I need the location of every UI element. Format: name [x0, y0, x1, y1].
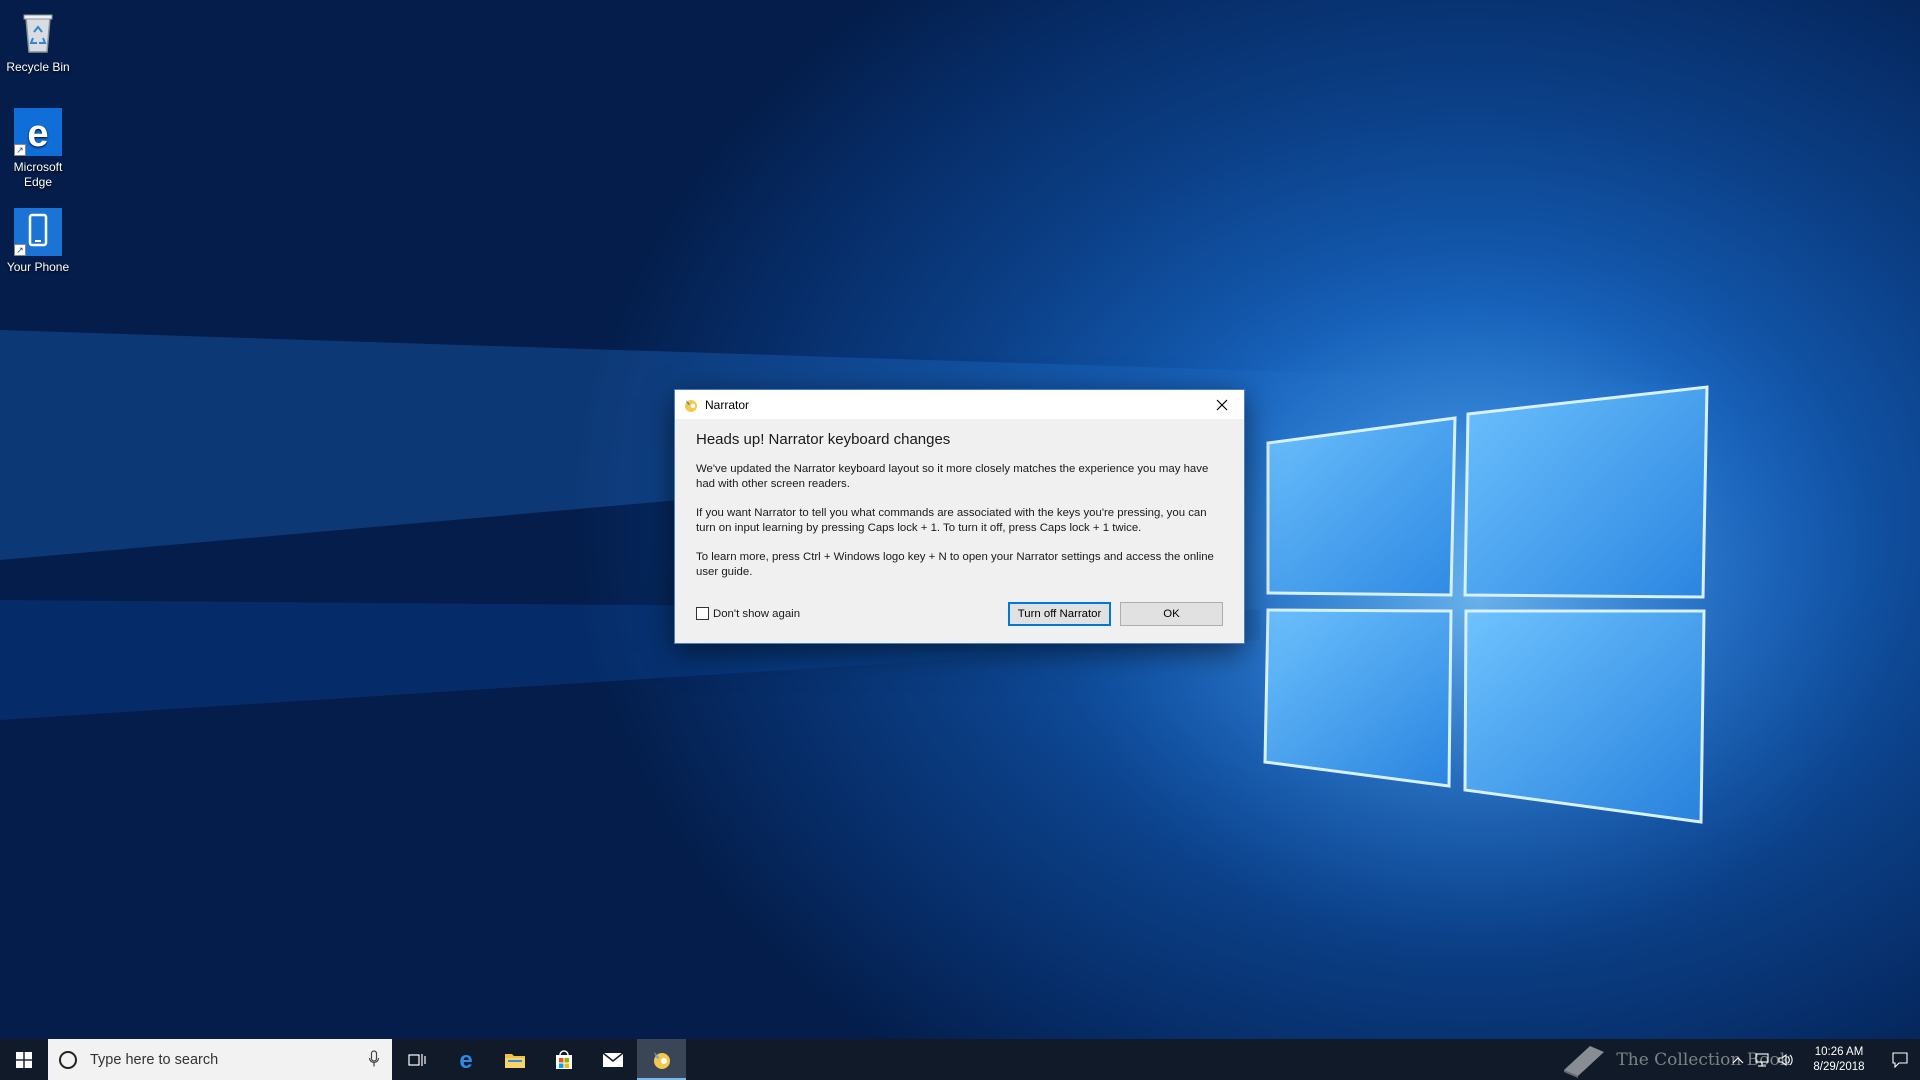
volume-button[interactable]: [1774, 1039, 1798, 1080]
task-view-button[interactable]: [392, 1039, 441, 1080]
narrator-icon: [683, 397, 699, 413]
network-button[interactable]: [1750, 1039, 1774, 1080]
task-view-icon: [407, 1053, 426, 1066]
file-explorer-icon: [504, 1053, 525, 1068]
dialog-paragraph: To learn more, press Ctrl + Windows logo…: [696, 551, 1214, 578]
dialog-title: Narrator: [705, 397, 750, 412]
notification-icon: [1892, 1051, 1908, 1068]
taskbar-mail-button[interactable]: [588, 1039, 637, 1080]
system-tray: 10:26 AM 8/29/2018: [1726, 1039, 1920, 1080]
narrator-icon: [653, 1051, 670, 1069]
chevron-up-icon: [1732, 1056, 1744, 1063]
store-icon: [555, 1049, 572, 1069]
checkbox-label: Don't show again: [713, 607, 801, 620]
turn-off-narrator-button[interactable]: Turn off Narrator: [1008, 602, 1111, 626]
clock-time: 10:26 AM: [1814, 1045, 1864, 1058]
network-icon: [1755, 1052, 1769, 1067]
clock-date: 8/29/2018: [1813, 1060, 1865, 1073]
shortcut-arrow-icon: ↗: [14, 144, 26, 156]
desktop-icon-label: Recycle Bin: [6, 60, 70, 74]
microphone-icon[interactable]: [368, 1050, 380, 1068]
taskbar: Type here to search e The Collection Boo…: [0, 1039, 1920, 1080]
desktop-icon-label: Your Phone: [6, 260, 70, 274]
show-hidden-icons-button[interactable]: [1726, 1039, 1750, 1080]
edge-icon: e: [459, 1049, 472, 1071]
dont-show-again-checkbox[interactable]: Don't show again: [696, 607, 800, 620]
dialog-paragraph: We've updated the Narrator keyboard layo…: [696, 463, 1209, 490]
close-button[interactable]: [1200, 390, 1244, 419]
desktop-icon-edge[interactable]: e ↗ Microsoft Edge: [2, 108, 74, 190]
desktop-icon-your-phone[interactable]: ↗ Your Phone: [2, 208, 74, 275]
checkbox-box[interactable]: [696, 607, 709, 620]
search-box[interactable]: Type here to search: [48, 1039, 392, 1080]
mail-icon: [602, 1051, 623, 1067]
volume-icon: [1778, 1053, 1793, 1066]
shortcut-arrow-icon: ↗: [14, 244, 26, 256]
dialog-paragraph: If you want Narrator to tell you what co…: [696, 507, 1207, 534]
desktop-icon-recycle-bin[interactable]: Recycle Bin: [2, 8, 74, 75]
narrator-dialog: Narrator Heads up! Narrator keyboard cha…: [674, 389, 1245, 644]
svg-text:e: e: [459, 1049, 472, 1071]
dialog-titlebar[interactable]: Narrator: [675, 390, 1244, 419]
clock[interactable]: 10:26 AM 8/29/2018: [1804, 1045, 1874, 1075]
taskbar-edge-button[interactable]: e: [441, 1039, 490, 1080]
search-placeholder: Type here to search: [90, 1051, 219, 1068]
start-button[interactable]: [0, 1039, 48, 1080]
close-icon: [1216, 399, 1228, 410]
windows-logo-icon: [16, 1051, 32, 1068]
ok-button[interactable]: OK: [1120, 602, 1223, 626]
edge-icon: e ↗: [14, 108, 62, 156]
desktop-icon-label: Microsoft Edge: [13, 160, 63, 189]
taskbar-narrator-button[interactable]: [637, 1039, 686, 1080]
svg-text:e: e: [27, 113, 48, 155]
cortana-icon: [59, 1050, 77, 1069]
taskbar-store-button[interactable]: [539, 1039, 588, 1080]
dialog-heading: Heads up! Narrator keyboard changes: [696, 431, 951, 448]
recycle-bin-icon: [14, 8, 62, 56]
action-center-button[interactable]: [1880, 1039, 1920, 1080]
book-icon: [1564, 1045, 1605, 1078]
phone-icon: ↗: [14, 208, 62, 256]
taskbar-file-explorer-button[interactable]: [490, 1039, 539, 1080]
